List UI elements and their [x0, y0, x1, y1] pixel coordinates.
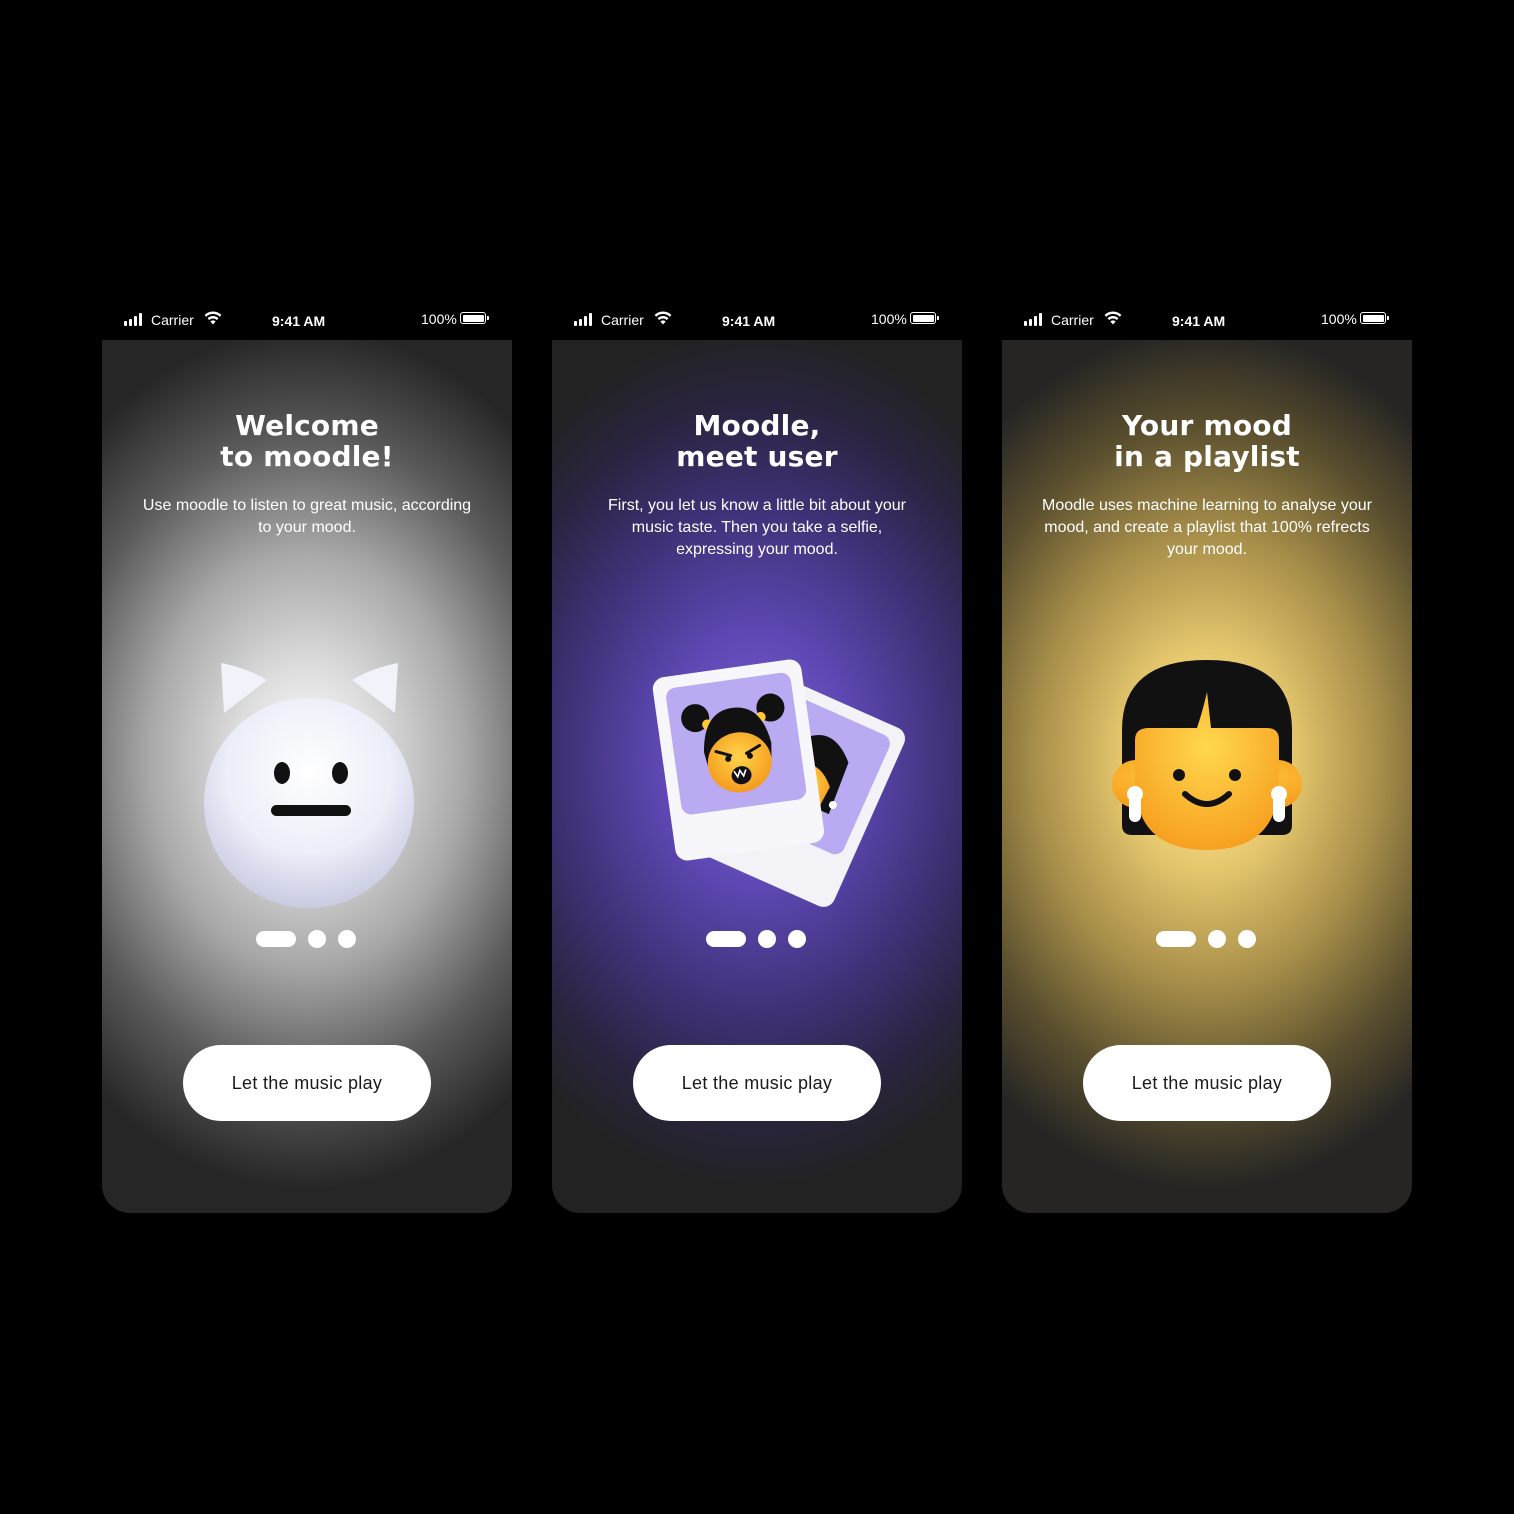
wifi-icon — [1104, 311, 1122, 325]
page-indicator-active[interactable] — [706, 931, 746, 947]
status-bar: Carrier 9:41 AM 100% — [102, 300, 512, 340]
status-bar: Carrier 9:41 AM 100% — [552, 300, 962, 340]
onboarding-card: Moodle, meet user First, you let us know… — [552, 340, 962, 1213]
canvas: Carrier 9:41 AM 100% Welcome to moodle! … — [0, 0, 1514, 1514]
title-line-2: to moodle! — [220, 440, 394, 473]
page-indicator-dot[interactable] — [1208, 930, 1226, 948]
page-title: Moodle, meet user — [552, 410, 962, 472]
carrier-label: Carrier — [1051, 312, 1094, 328]
page-indicator-dot[interactable] — [338, 930, 356, 948]
battery-percent: 100% — [871, 311, 907, 327]
let-the-music-play-button[interactable]: Let the music play — [633, 1045, 881, 1121]
smiling-face-earbuds-icon — [1112, 660, 1302, 850]
carrier-label: Carrier — [601, 312, 644, 328]
onboarding-screen-welcome: Carrier 9:41 AM 100% Welcome to moodle! … — [102, 300, 512, 1213]
onboarding-card: Welcome to moodle! Use moodle to listen … — [102, 340, 512, 1213]
title-line-1: Moodle, — [693, 409, 821, 442]
battery-percent: 100% — [1321, 311, 1357, 327]
carrier-label: Carrier — [151, 312, 194, 328]
description: Use moodle to listen to great music, acc… — [142, 497, 472, 536]
description: Moodle uses machine learning to analyse … — [1042, 497, 1372, 558]
let-the-music-play-button[interactable]: Let the music play — [183, 1045, 431, 1121]
onboarding-screen-playlist: Carrier 9:41 AM 100% Your mood in a play… — [1002, 300, 1412, 1213]
page-indicator-dot[interactable] — [788, 930, 806, 948]
clock: 9:41 AM — [722, 313, 776, 329]
wifi-icon — [654, 311, 672, 325]
page-indicator-active[interactable] — [1156, 931, 1196, 947]
page-indicator — [1156, 930, 1256, 948]
selfie-photos-icon — [652, 659, 906, 907]
signal-icon — [1024, 313, 1042, 326]
onboarding-card: Your mood in a playlist Moodle uses mach… — [1002, 340, 1412, 1213]
page-indicator-dot[interactable] — [1238, 930, 1256, 948]
title-line-2: in a playlist — [1114, 440, 1300, 473]
white-cat-face-icon — [204, 663, 414, 908]
signal-icon — [124, 313, 142, 326]
title-line-1: Welcome — [235, 409, 379, 442]
battery-icon — [1360, 312, 1389, 324]
page-title: Your mood in a playlist — [1002, 410, 1412, 472]
onboarding-screen-meet-user: Carrier 9:41 AM 100% Moodle, meet user F… — [552, 300, 962, 1213]
wifi-icon — [204, 311, 222, 325]
title-line-1: Your mood — [1122, 409, 1292, 442]
title-line-2: meet user — [676, 440, 838, 473]
status-bar: Carrier 9:41 AM 100% — [1002, 300, 1412, 340]
signal-icon — [574, 313, 592, 326]
page-title: Welcome to moodle! — [102, 410, 512, 472]
description: First, you let us know a little bit abou… — [608, 497, 906, 558]
let-the-music-play-button[interactable]: Let the music play — [1083, 1045, 1331, 1121]
page-indicator — [256, 930, 356, 948]
battery-icon — [460, 312, 489, 324]
clock: 9:41 AM — [272, 313, 326, 329]
clock: 9:41 AM — [1172, 313, 1226, 329]
page-indicator-dot[interactable] — [758, 930, 776, 948]
page-indicator-active[interactable] — [256, 931, 296, 947]
page-indicator-dot[interactable] — [308, 930, 326, 948]
page-indicator — [706, 930, 806, 948]
battery-icon — [910, 312, 939, 324]
battery-percent: 100% — [421, 311, 457, 327]
